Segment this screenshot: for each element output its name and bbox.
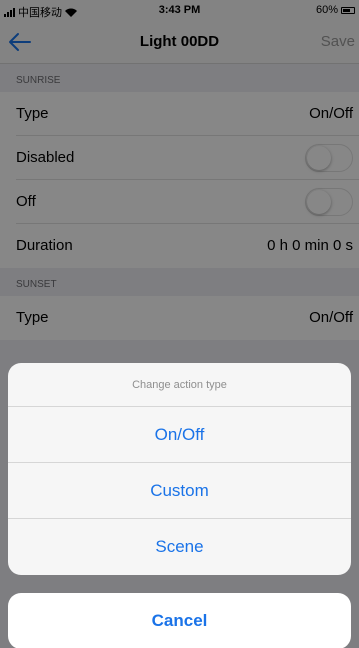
option-on-off[interactable]: On/Off (8, 407, 351, 463)
action-sheet: Change action type On/Off Custom Scene (8, 363, 351, 575)
action-sheet-title: Change action type (8, 363, 351, 407)
option-scene[interactable]: Scene (8, 519, 351, 575)
cancel-button[interactable]: Cancel (8, 593, 351, 648)
option-custom[interactable]: Custom (8, 463, 351, 519)
